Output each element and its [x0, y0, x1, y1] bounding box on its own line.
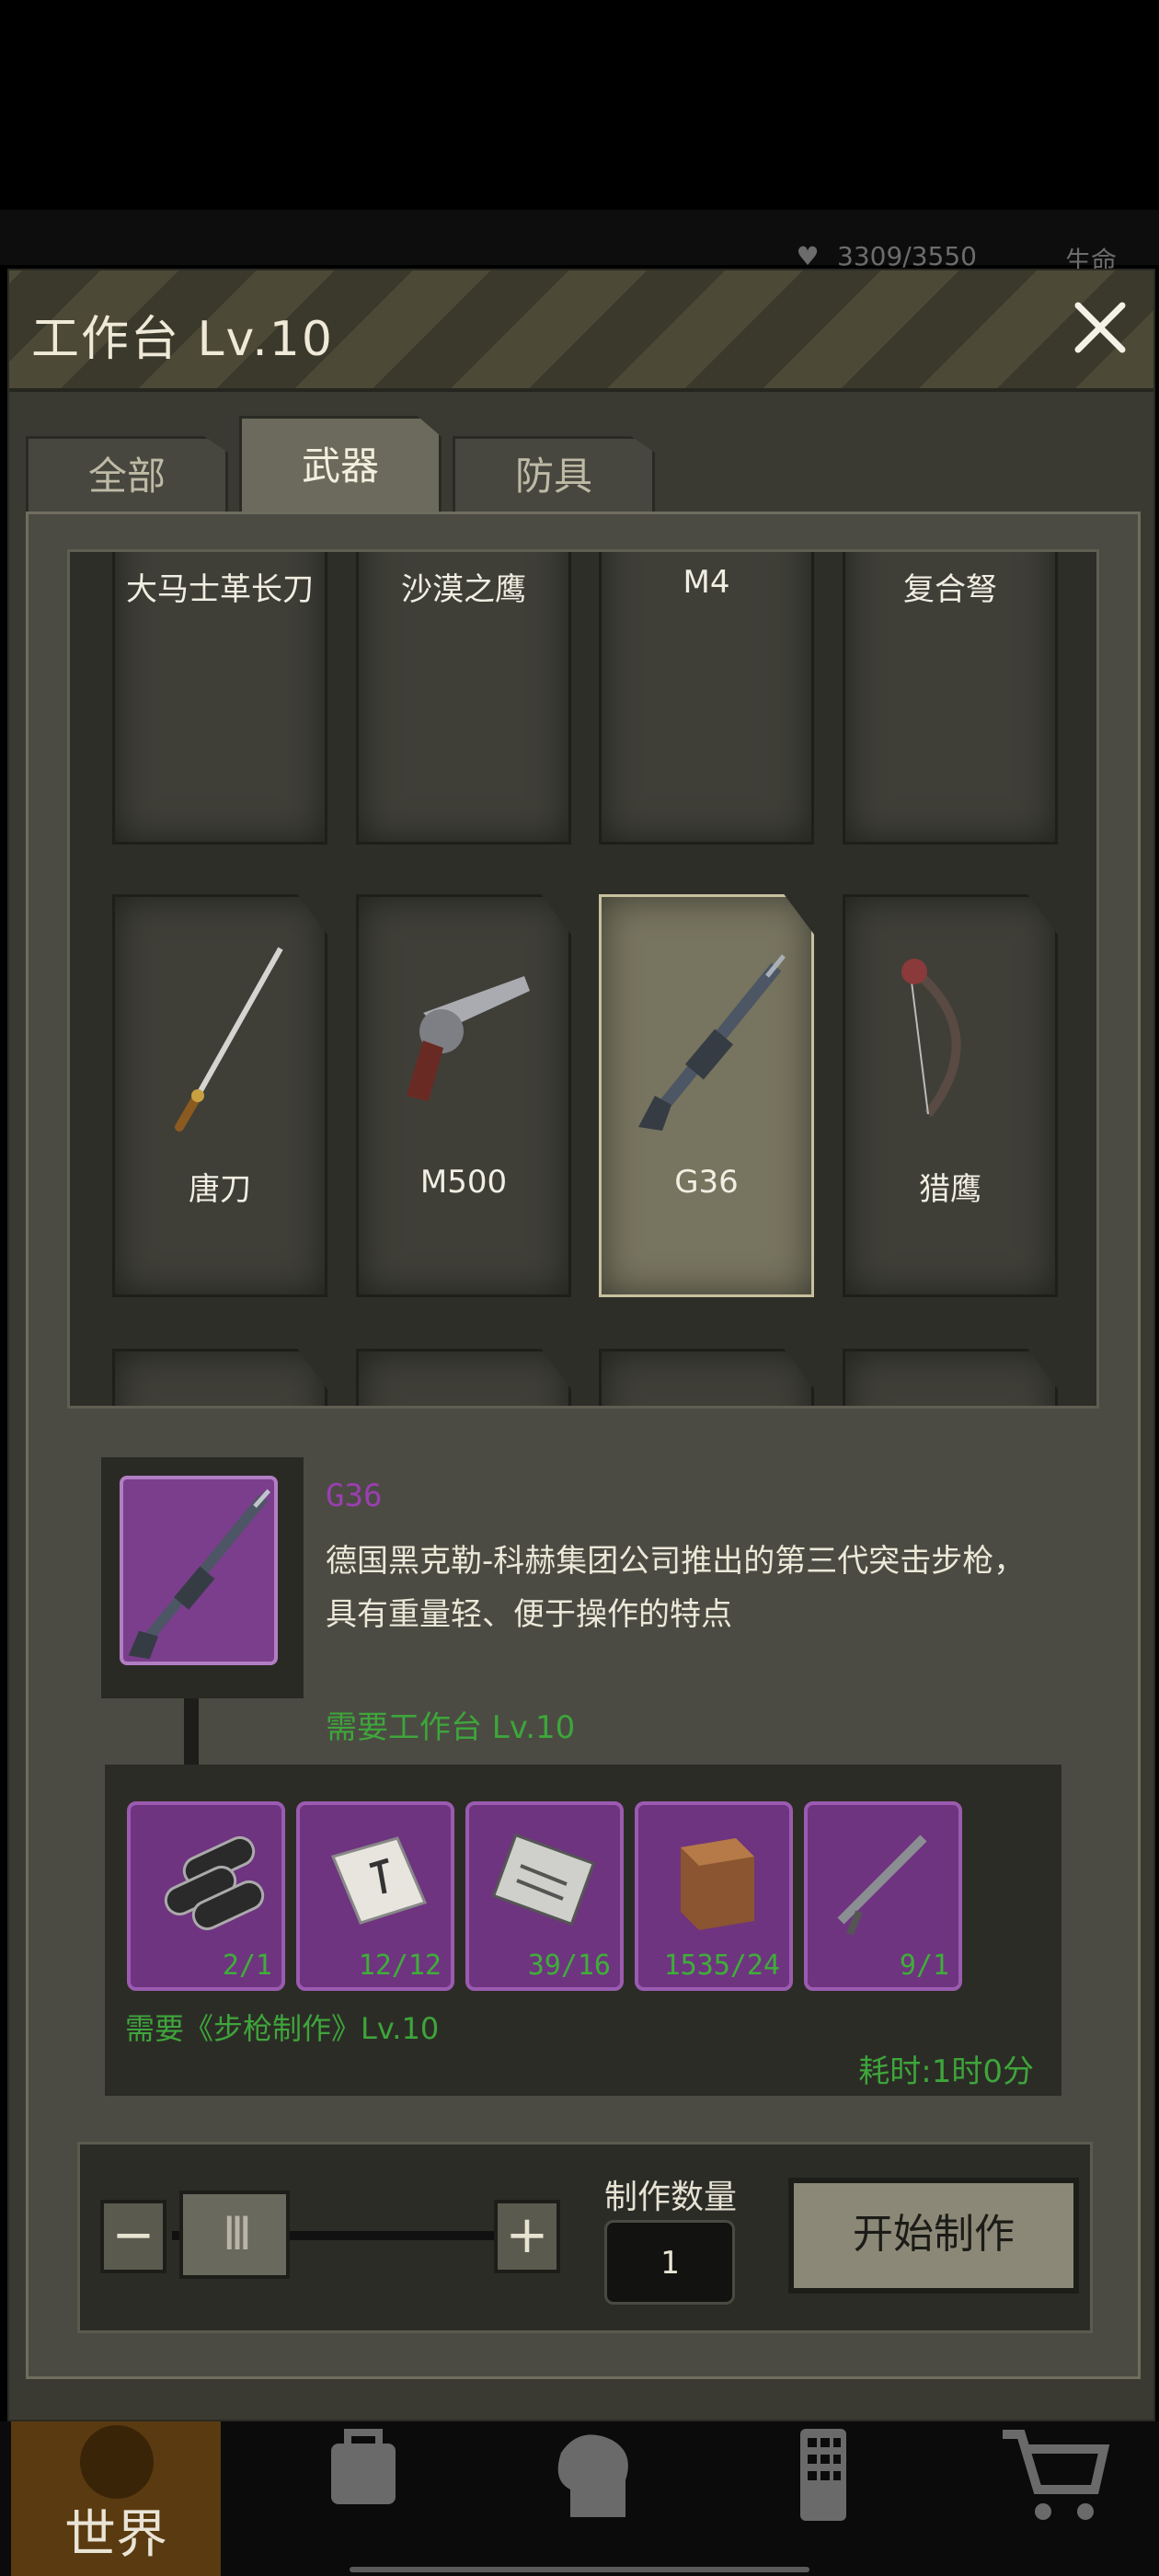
- workbench-panel: 工作台 Lv.10 全部 武器 防具 大马士革长刀 沙漠之鹰 M4 复合弩 唐刀…: [7, 269, 1155, 2421]
- quantity-slider-handle[interactable]: III: [179, 2191, 290, 2279]
- detail-icon-frame: [101, 1457, 304, 1698]
- item-name: M500: [419, 1164, 508, 1201]
- item-name: M4: [683, 564, 730, 601]
- status-strip: [0, 210, 1159, 265]
- material-count: 12/12: [358, 1949, 442, 1982]
- content-frame: 大马士革长刀 沙漠之鹰 M4 复合弩 唐刀 M500 G36 猎鹰: [26, 512, 1141, 2379]
- head-icon: [557, 2434, 628, 2517]
- hp-value: 3309/3550: [837, 241, 977, 271]
- material-slot[interactable]: 39/16: [465, 1801, 624, 1991]
- skill-requirement: 需要《步枪制作》Lv.10: [125, 2011, 440, 2046]
- mechanism-icon: [491, 1833, 596, 1926]
- quantity-input[interactable]: 1: [604, 2220, 735, 2305]
- material-slot[interactable]: 2/1: [127, 1801, 285, 1991]
- rifle-icon: [128, 1489, 271, 1660]
- keypad-icon: [800, 2429, 846, 2521]
- tab-all[interactable]: 全部: [26, 436, 228, 512]
- close-icon: [1074, 302, 1126, 353]
- material-slot[interactable]: 9/1: [804, 1801, 962, 1991]
- gun-part-icon: [837, 1834, 927, 1936]
- nav-skills[interactable]: [488, 2421, 701, 2576]
- item-name: 唐刀: [189, 1171, 251, 1208]
- heart-icon: ♥: [796, 241, 820, 271]
- material-count: 39/16: [527, 1949, 611, 1982]
- increase-button[interactable]: +: [494, 2200, 560, 2273]
- close-button[interactable]: [1063, 291, 1137, 364]
- craft-time: 耗时:1时0分: [858, 2053, 1034, 2090]
- item-name: 猎鹰: [919, 1171, 981, 1208]
- nav-shop[interactable]: [947, 2421, 1159, 2576]
- tab-weapons[interactable]: 武器: [239, 416, 442, 512]
- item-card-next-row[interactable]: [599, 1349, 814, 1406]
- nav-backpack[interactable]: [258, 2421, 471, 2576]
- material-count: 1535/24: [663, 1949, 780, 1982]
- item-card-m500[interactable]: M500: [356, 894, 571, 1297]
- backpack-icon: [331, 2429, 396, 2504]
- tab-armor[interactable]: 防具: [453, 436, 655, 512]
- item-name: 大马士革长刀: [126, 571, 314, 608]
- katana-icon: [175, 947, 283, 1132]
- panel-title: 工作台 Lv.10: [31, 312, 334, 367]
- workbench-requirement: 需要工作台 Lv.10: [326, 1709, 576, 1746]
- nav-world[interactable]: 世界: [11, 2421, 221, 2576]
- item-card-next-row[interactable]: [843, 1349, 1058, 1406]
- start-crafting-button[interactable]: 开始制作: [788, 2178, 1079, 2294]
- bottom-nav: 世界: [0, 2421, 1159, 2576]
- decrease-button[interactable]: −: [100, 2200, 166, 2273]
- material-slot[interactable]: 1535/24: [635, 1801, 793, 1991]
- material-slot[interactable]: 12/12: [296, 1801, 454, 1991]
- detail-description: 德国黑克勒-科赫集团公司推出的第三代突击步枪，具有重量轻、便于操作的特点: [326, 1543, 1026, 1633]
- detail-connector: [184, 1698, 199, 1765]
- item-card-compound-crossbow[interactable]: 复合弩: [843, 552, 1058, 845]
- item-card-tang-dao[interactable]: 唐刀: [112, 894, 327, 1297]
- item-name: G36: [674, 1164, 739, 1201]
- home-indicator[interactable]: [350, 2567, 809, 2572]
- nav-world-label: 世界: [64, 2505, 167, 2565]
- material-count: 2/1: [222, 1949, 272, 1982]
- craft-controls: − III + 制作数量 1 开始制作: [77, 2142, 1093, 2333]
- panel-header: 工作台 Lv.10: [9, 270, 1153, 392]
- item-name: 沙漠之鹰: [401, 571, 526, 608]
- nav-crafting[interactable]: [717, 2421, 931, 2576]
- item-card-g36[interactable]: G36: [599, 894, 814, 1297]
- hp-display: ♥ 3309/3550: [791, 241, 977, 271]
- item-card-damascus-blade[interactable]: 大马士革长刀: [112, 552, 327, 845]
- material-count: 9/1: [899, 1949, 949, 1982]
- revolver-icon: [407, 976, 530, 1101]
- compound-bow-icon: [901, 959, 961, 1118]
- detail-item-name: G36: [326, 1478, 383, 1514]
- rifle-icon: [638, 954, 786, 1131]
- item-name: 复合弩: [903, 571, 997, 608]
- item-card-desert-eagle[interactable]: 沙漠之鹰: [356, 552, 571, 845]
- item-card-m4[interactable]: M4: [599, 552, 814, 845]
- cart-icon: [1003, 2430, 1110, 2520]
- item-card-next-row[interactable]: [356, 1349, 571, 1406]
- tile-icon: [330, 1836, 428, 1925]
- item-card-next-row[interactable]: [112, 1349, 327, 1406]
- selected-item-icon: [120, 1476, 278, 1665]
- materials-panel: 2/1 12/12 39/16 1535/24 9/1 需要《步枪制作》Lv.1…: [105, 1765, 1061, 2096]
- quantity-label: 制作数量: [604, 2179, 738, 2216]
- item-grid[interactable]: 大马士革长刀 沙漠之鹰 M4 复合弩 唐刀 M500 G36 猎鹰: [67, 549, 1099, 1409]
- pipes-icon: [164, 1835, 265, 1931]
- item-card-falcon[interactable]: 猎鹰: [843, 894, 1058, 1297]
- wood-block-icon: [681, 1838, 754, 1930]
